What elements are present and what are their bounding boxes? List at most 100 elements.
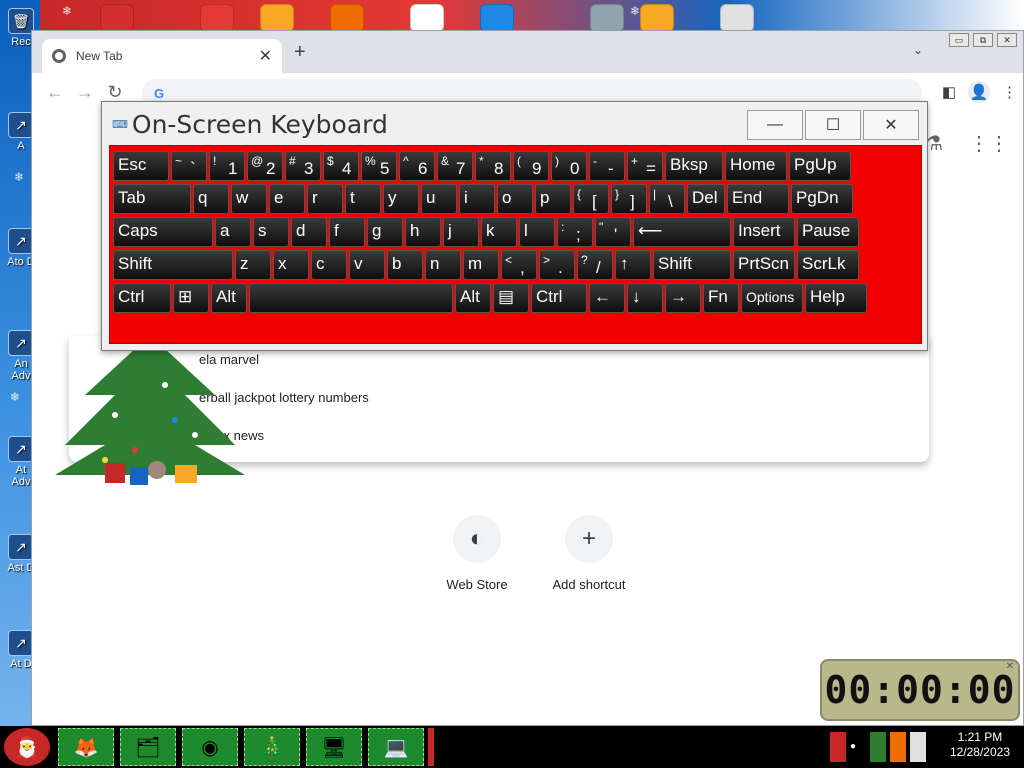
tray-icon[interactable] [830, 732, 846, 762]
key-w[interactable]: w [231, 184, 267, 214]
key-symbol[interactable]: {[ [573, 184, 609, 214]
key-3[interactable]: #3 [285, 151, 321, 181]
tab-new-tab[interactable]: New Tab ✕ [42, 39, 282, 73]
key-tab[interactable]: Tab [113, 184, 191, 214]
key-pgup[interactable]: PgUp [789, 151, 851, 181]
key-k[interactable]: k [481, 217, 517, 247]
osk-close-icon[interactable]: ✕ [863, 110, 919, 140]
chrome-icon[interactable]: ◉ [182, 728, 238, 766]
key-f[interactable]: f [329, 217, 365, 247]
control-panel-icon[interactable]: 🖥 [306, 728, 362, 766]
key-q[interactable]: q [193, 184, 229, 214]
key-o[interactable]: o [497, 184, 533, 214]
key-bksp[interactable]: Bksp [665, 151, 723, 181]
key-symbol[interactable]: ▤ [493, 283, 529, 313]
key-y[interactable]: y [383, 184, 419, 214]
computer-icon[interactable]: 💻 [368, 728, 424, 766]
key-m[interactable]: m [463, 250, 499, 280]
timer-gadget[interactable]: ✕ 00:00:00 [820, 659, 1020, 721]
key-pause[interactable]: Pause [797, 217, 859, 247]
key-shift[interactable]: Shift [113, 250, 233, 280]
key-prtscn[interactable]: PrtScn [733, 250, 795, 280]
key-2[interactable]: @2 [247, 151, 283, 181]
key-alt[interactable]: Alt [455, 283, 491, 313]
key-symbol[interactable]: <, [501, 250, 537, 280]
firefox-icon[interactable]: 🦊 [58, 728, 114, 766]
side-panel-icon[interactable]: ◧ [942, 83, 956, 101]
key-pgdn[interactable]: PgDn [791, 184, 853, 214]
key-options[interactable]: Options [741, 283, 803, 313]
key-h[interactable]: h [405, 217, 441, 247]
forward-icon[interactable]: → [70, 82, 100, 103]
apps-grid-icon[interactable]: ⋮⋮ [969, 131, 1009, 156]
network-icon[interactable] [910, 732, 926, 762]
tray-dot-icon[interactable]: ● [850, 732, 866, 762]
flag-icon[interactable] [870, 732, 886, 762]
key-fn[interactable]: Fn [703, 283, 739, 313]
taskbar-clock[interactable]: 1:21 PM 12/28/2023 [950, 730, 1010, 760]
key-1[interactable]: ! 1 [209, 151, 245, 181]
key-symbol[interactable]: ↓ [627, 283, 663, 313]
key-symbol[interactable]: :; [557, 217, 593, 247]
key-symbol[interactable]: ~ ` [171, 151, 207, 181]
key-scrlk[interactable]: ScrLk [797, 250, 859, 280]
key-d[interactable]: d [291, 217, 327, 247]
key-symbol[interactable]: " ' [595, 217, 631, 247]
key-symbol[interactable]: | \ [649, 184, 685, 214]
key-l[interactable]: l [519, 217, 555, 247]
tree-icon[interactable]: 🎄 [244, 728, 300, 766]
key-end[interactable]: End [727, 184, 789, 214]
key-i[interactable]: i [459, 184, 495, 214]
key-symbol[interactable]: → [665, 283, 701, 313]
key-a[interactable]: a [215, 217, 251, 247]
key-help[interactable]: Help [805, 283, 867, 313]
key-home[interactable]: Home [725, 151, 787, 181]
restore-icon[interactable]: ⧉ [973, 33, 993, 47]
key-c[interactable]: c [311, 250, 347, 280]
key-p[interactable]: p [535, 184, 571, 214]
key-space[interactable] [249, 283, 453, 313]
back-icon[interactable]: ← [40, 82, 70, 103]
close-icon[interactable]: ✕ [997, 33, 1017, 47]
file-explorer-icon[interactable]: 🗂 [120, 728, 176, 766]
key-s[interactable]: s [253, 217, 289, 247]
close-icon[interactable]: ✕ [1006, 661, 1014, 672]
key-4[interactable]: $4 [323, 151, 359, 181]
shortcut-web-store[interactable]: ◐ Web Store [422, 515, 532, 592]
shortcut-add[interactable]: + Add shortcut [534, 515, 644, 592]
key-esc[interactable]: Esc [113, 151, 169, 181]
key-symbol[interactable]: ← [589, 283, 625, 313]
key-x[interactable]: x [273, 250, 309, 280]
reload-icon[interactable]: ↻ [100, 82, 130, 103]
tab-search-button[interactable]: ⌄ [913, 43, 923, 57]
key-symbol[interactable]: -- [589, 151, 625, 181]
osk-maximize-icon[interactable]: ☐ [805, 110, 861, 140]
key-t[interactable]: t [345, 184, 381, 214]
key-z[interactable]: z [235, 250, 271, 280]
osk-minimize-icon[interactable]: — [747, 110, 803, 140]
key-b[interactable]: b [387, 250, 423, 280]
profile-icon[interactable]: 👤 [968, 81, 990, 103]
key-ctrl[interactable]: Ctrl [531, 283, 587, 313]
new-tab-button[interactable]: + [294, 41, 306, 64]
key-j[interactable]: j [443, 217, 479, 247]
close-tab-icon[interactable]: ✕ [259, 46, 272, 66]
key-7[interactable]: & 7 [437, 151, 473, 181]
key-9[interactable]: (9 [513, 151, 549, 181]
key-u[interactable]: u [421, 184, 457, 214]
key-symbol[interactable]: + = [627, 151, 663, 181]
key-6[interactable]: ^ 6 [399, 151, 435, 181]
key-symbol[interactable]: ⟵ [633, 217, 731, 247]
key-symbol[interactable]: >. [539, 250, 575, 280]
key-caps[interactable]: Caps [113, 217, 213, 247]
key-del[interactable]: Del [687, 184, 725, 214]
key-symbol[interactable]: }] [611, 184, 647, 214]
key-5[interactable]: % 5 [361, 151, 397, 181]
start-button[interactable]: 🎅 [4, 728, 50, 766]
key-8[interactable]: * 8 [475, 151, 511, 181]
key-e[interactable]: e [269, 184, 305, 214]
key-v[interactable]: v [349, 250, 385, 280]
key-symbol[interactable]: ? / [577, 250, 613, 280]
key-alt[interactable]: Alt [211, 283, 247, 313]
key-ctrl[interactable]: Ctrl [113, 283, 171, 313]
